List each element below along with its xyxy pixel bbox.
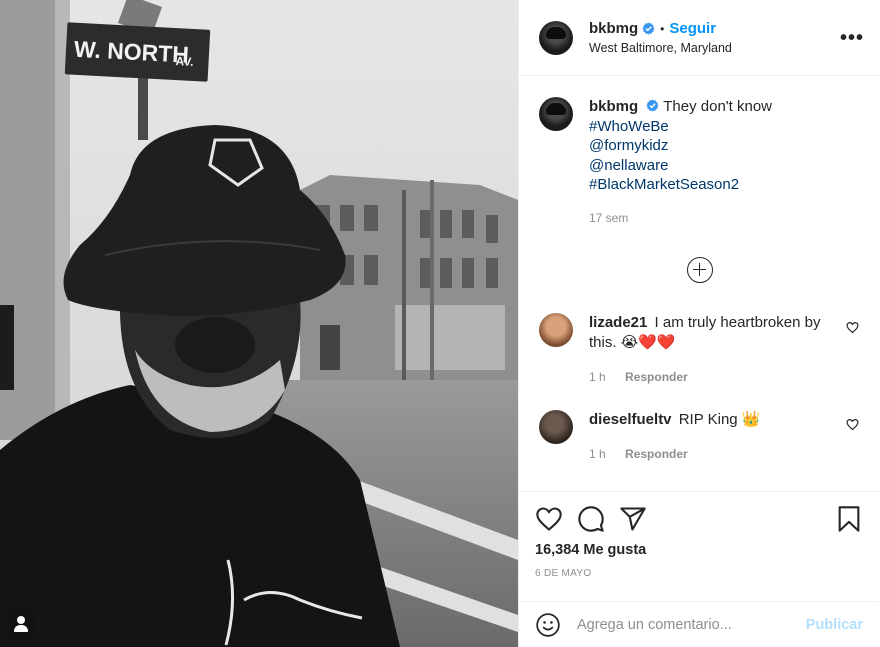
photo-illustration: W. NORTH AV. — [0, 0, 518, 647]
comment-item: dieselfueltv RIP King 👑 1 h Responder — [539, 410, 859, 464]
post-actions: 16,384 Me gusta 6 DE MAYO — [519, 491, 879, 579]
comment-item: lizade21 I am truly heartbroken by this.… — [539, 313, 859, 387]
caption-hashtag[interactable]: #BlackMarketSeason2 — [589, 175, 772, 195]
emoji-icon[interactable] — [535, 612, 561, 638]
caption-hashtag[interactable]: #WhoWeBe — [589, 117, 772, 137]
comment-time[interactable]: 1 h — [589, 447, 606, 461]
share-send-icon[interactable] — [619, 505, 647, 533]
comment-input[interactable] — [577, 616, 806, 633]
like-comment-heart-icon[interactable] — [846, 321, 859, 334]
caption-time[interactable]: 17 sem — [589, 209, 772, 229]
comment-username[interactable]: lizade21 — [589, 314, 647, 331]
add-comment-bar: Publicar — [519, 601, 879, 647]
author-info: bkbmg • Seguir West Baltimore, Maryland — [589, 20, 840, 55]
street-sign-suffix: AV. — [175, 54, 194, 69]
publish-button[interactable]: Publicar — [806, 617, 863, 633]
like-comment-heart-icon[interactable] — [846, 418, 859, 431]
comment-time[interactable]: 1 h — [589, 370, 606, 384]
author-username[interactable]: bkbmg — [589, 20, 638, 37]
caption-mention[interactable]: @nellaware — [589, 156, 772, 176]
post-caption: bkbmg They don't know #WhoWeBe @formykid… — [539, 97, 863, 228]
comment-bubble-icon[interactable] — [577, 505, 605, 533]
verified-badge-icon — [642, 22, 655, 35]
reply-button[interactable]: Responder — [625, 447, 688, 461]
caption-avatar[interactable] — [539, 97, 573, 131]
comment-text: RIP King 👑 — [678, 411, 761, 428]
load-more-comments-button[interactable] — [687, 257, 713, 283]
caption-text: They don't know — [663, 98, 773, 115]
instagram-post: W. NORTH AV. bkbmg • Seguir West Baltimo… — [0, 0, 880, 647]
header-separator: • — [660, 21, 665, 36]
author-avatar[interactable] — [539, 20, 573, 55]
more-options-icon[interactable]: ••• — [840, 28, 864, 48]
follow-button[interactable]: Seguir — [669, 20, 716, 37]
comment-username[interactable]: dieselfueltv — [589, 411, 672, 428]
like-heart-icon[interactable] — [535, 505, 563, 533]
post-side-panel: bkbmg • Seguir West Baltimore, Maryland … — [518, 0, 880, 647]
post-header: bkbmg • Seguir West Baltimore, Maryland … — [519, 0, 880, 76]
post-location[interactable]: West Baltimore, Maryland — [589, 41, 840, 55]
caption-username[interactable]: bkbmg — [589, 98, 638, 115]
commenter-avatar[interactable] — [539, 313, 573, 347]
likes-count[interactable]: 16,384 Me gusta — [535, 542, 863, 558]
save-bookmark-icon[interactable] — [835, 505, 863, 533]
post-photo[interactable]: W. NORTH AV. — [0, 0, 518, 647]
verified-badge-icon — [646, 99, 659, 112]
post-date[interactable]: 6 DE MAYO — [535, 568, 863, 579]
commenter-avatar[interactable] — [539, 410, 573, 444]
reply-button[interactable]: Responder — [625, 370, 688, 384]
tagged-user-icon[interactable] — [6, 609, 36, 639]
caption-mention[interactable]: @formykidz — [589, 136, 772, 156]
